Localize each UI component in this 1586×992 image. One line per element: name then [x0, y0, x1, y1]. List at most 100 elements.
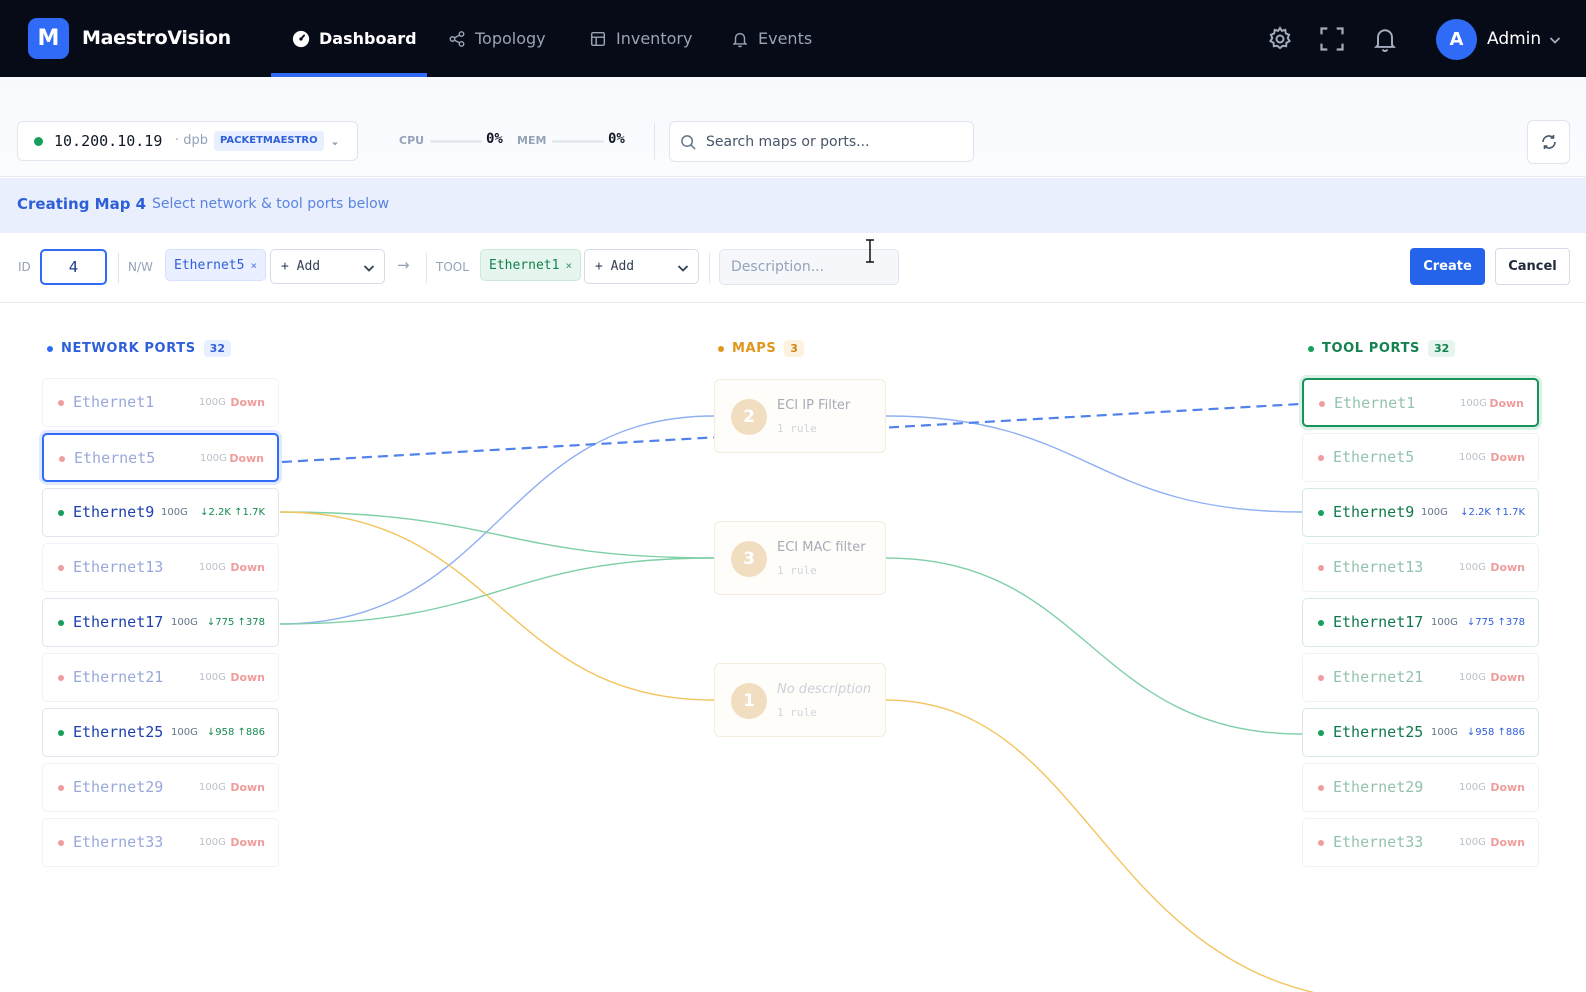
tool-add-dropdown[interactable]: + Add: [584, 249, 699, 284]
port-row[interactable]: Ethernet5 100G Down: [1302, 433, 1539, 482]
port-row[interactable]: Ethernet25 100G ↓958 ↑886: [1302, 708, 1539, 757]
network-ports-count: 32: [203, 340, 231, 357]
link-net9-to-map3: [279, 511, 715, 559]
chevron-down-icon[interactable]: [1548, 32, 1562, 46]
settings-gear-icon[interactable]: [1266, 25, 1294, 53]
nav-topology[interactable]: Topology: [448, 0, 546, 77]
port-status: Down: [230, 781, 265, 794]
status-up-dot: [58, 730, 64, 736]
network-header-dot: [47, 345, 53, 352]
map-name: ECI IP Filter: [777, 398, 851, 413]
notifications-bell-icon[interactable]: [1371, 25, 1399, 53]
map-card[interactable]: 2 ECI IP Filter 1 rule: [714, 379, 886, 453]
port-speed: 100G: [1431, 617, 1458, 628]
network-add-dropdown[interactable]: + Add: [270, 249, 385, 284]
network-add-label: + Add: [281, 259, 321, 274]
port-name: Ethernet33: [1333, 833, 1424, 851]
port-name: Ethernet29: [1333, 778, 1424, 796]
tool-header-dot: [1308, 345, 1314, 352]
top-navbar: M MaestroVision Dashboard Topology Inven…: [0, 0, 1586, 77]
tool-add-label: + Add: [595, 259, 635, 274]
refresh-button[interactable]: [1527, 120, 1570, 164]
editor-divider: [426, 253, 427, 283]
create-button[interactable]: Create: [1410, 248, 1485, 285]
search-input[interactable]: [706, 131, 961, 153]
status-divider: [654, 123, 655, 160]
port-speed: 100G: [199, 562, 226, 573]
port-speed: 100G: [171, 617, 198, 628]
link-map3-to-tool25: [885, 557, 1303, 735]
nav-inventory-label: Inventory: [616, 29, 693, 48]
port-speed: 100G: [1459, 837, 1486, 848]
port-row[interactable]: Ethernet33 100G Down: [1302, 818, 1539, 867]
cpu-label: CPU: [399, 134, 425, 147]
port-status: Down: [230, 671, 265, 684]
port-row[interactable]: Ethernet1 100G Down: [42, 378, 279, 427]
search-box[interactable]: [669, 121, 974, 162]
user-avatar[interactable]: A: [1436, 19, 1477, 60]
port-speed: 100G: [1459, 562, 1486, 573]
port-speed: 100G: [1431, 727, 1458, 738]
port-speed: 100G: [199, 672, 226, 683]
status-down-dot: [58, 400, 64, 406]
cancel-button[interactable]: Cancel: [1495, 248, 1570, 285]
port-row[interactable]: Ethernet13 100G Down: [42, 543, 279, 592]
port-name: Ethernet21: [73, 668, 164, 686]
close-icon[interactable]: ×: [250, 259, 257, 272]
port-speed: 100G: [1459, 672, 1486, 683]
map-number-badge: 2: [731, 399, 767, 435]
map-rule-count: 1 rule: [777, 706, 817, 719]
port-row[interactable]: Ethernet25 100G ↓958 ↑886: [42, 708, 279, 757]
caret-down-icon[interactable]: [330, 134, 340, 146]
tool-chip-label: Ethernet1: [489, 257, 560, 273]
status-up-dot: [1318, 510, 1324, 516]
port-row[interactable]: Ethernet17 100G ↓775 ↑378: [1302, 598, 1539, 647]
nav-events[interactable]: Events: [731, 0, 812, 77]
device-selector[interactable]: 10.200.10.19 · dpb PACKETMAESTRO: [17, 121, 358, 161]
map-card[interactable]: 1 No description 1 rule: [714, 663, 886, 737]
nav-inventory[interactable]: Inventory: [589, 0, 692, 77]
port-row[interactable]: Ethernet17 100G ↓775 ↑378: [42, 598, 279, 647]
port-row[interactable]: Ethernet13 100G Down: [1302, 543, 1539, 592]
status-down-dot: [1318, 840, 1324, 846]
port-row[interactable]: Ethernet29 100G Down: [42, 763, 279, 812]
status-down-dot: [1318, 675, 1324, 681]
port-row[interactable]: Ethernet33 100G Down: [42, 818, 279, 867]
port-row[interactable]: Ethernet5 100G Down: [42, 433, 279, 482]
editor-divider: [709, 253, 710, 283]
share-nodes-icon: [448, 30, 466, 48]
maps-title: MAPS: [732, 341, 777, 356]
close-icon[interactable]: ×: [565, 259, 572, 272]
map-id-input[interactable]: [40, 249, 107, 285]
port-traffic: ↓958 ↑886: [206, 727, 265, 738]
status-up-dot: [1318, 620, 1324, 626]
port-row[interactable]: Ethernet29 100G Down: [1302, 763, 1539, 812]
port-traffic: ↓958 ↑886: [1466, 727, 1525, 738]
port-row[interactable]: Ethernet9 100G ↓2.2K ↑1.7K: [1302, 488, 1539, 537]
port-row[interactable]: Ethernet9 100G ↓2.2K ↑1.7K: [42, 488, 279, 537]
mem-meter: [552, 140, 604, 143]
port-status: Down: [1490, 451, 1525, 464]
port-status: Down: [230, 396, 265, 409]
port-name: Ethernet25: [73, 723, 164, 741]
port-row[interactable]: Ethernet1 100G Down: [1302, 378, 1539, 427]
port-row[interactable]: Ethernet21 100G Down: [42, 653, 279, 702]
port-speed: 100G: [199, 782, 226, 793]
map-number-badge: 1: [731, 683, 767, 719]
app-logo[interactable]: M: [28, 18, 69, 59]
tool-label: TOOL: [436, 260, 469, 274]
tool-port-chip[interactable]: Ethernet1 ×: [480, 249, 582, 281]
arrow-right-icon: →: [397, 256, 410, 274]
editor-divider: [118, 253, 119, 283]
network-port-chip[interactable]: Ethernet5 ×: [165, 249, 267, 281]
maps-count: 3: [784, 340, 804, 357]
fullscreen-icon[interactable]: [1318, 25, 1346, 53]
map-card[interactable]: 3 ECI MAC filter 1 rule: [714, 521, 886, 595]
port-speed: 100G: [1459, 452, 1486, 463]
user-name[interactable]: Admin: [1487, 29, 1541, 49]
nav-dashboard[interactable]: Dashboard: [292, 0, 417, 77]
port-name: Ethernet5: [1333, 448, 1415, 466]
port-row[interactable]: Ethernet21 100G Down: [1302, 653, 1539, 702]
app-name: MaestroVision: [82, 27, 231, 49]
chevron-down-icon: [363, 265, 375, 272]
